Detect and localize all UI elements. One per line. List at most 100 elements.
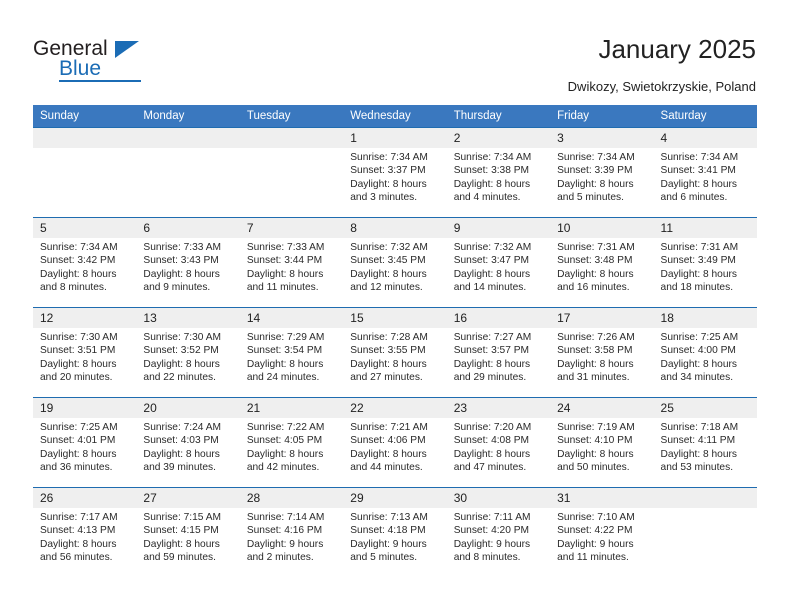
- daylight-text: Daylight: 8 hours and 22 minutes.: [143, 358, 220, 384]
- day-number: 11: [653, 218, 757, 238]
- daylight-text: Daylight: 8 hours and 53 minutes.: [660, 448, 737, 474]
- day-details: Sunrise: 7:15 AM Sunset: 4:15 PM Daylight:…: [136, 508, 239, 565]
- daylight-text: Daylight: 9 hours and 5 minutes.: [350, 538, 427, 564]
- calendar-day-cell[interactable]: 1 Sunrise: 7:34 AM Sunset: 3:37 PM Daylight…: [343, 127, 447, 218]
- sunset-text: Sunset: 4:15 PM: [143, 525, 219, 537]
- sunrise-text: Sunrise: 7:34 AM: [40, 242, 118, 253]
- day-number: 2: [446, 128, 551, 148]
- sunset-text: Sunset: 3:39 PM: [557, 165, 633, 177]
- sunrise-text: Sunrise: 7:20 AM: [453, 422, 532, 433]
- daylight-text: Daylight: 9 hours and 8 minutes.: [453, 538, 531, 564]
- sunrise-text: Sunrise: 7:30 AM: [143, 332, 222, 343]
- daylight-text: Daylight: 8 hours and 56 minutes.: [40, 538, 117, 564]
- day-number: 19: [33, 398, 137, 418]
- sunset-text: Sunset: 4:03 PM: [143, 435, 219, 447]
- day-number: 4: [653, 128, 757, 148]
- calendar-day-cell[interactable]: 28 Sunrise: 7:14 AM Sunset: 4:16 PM Dayligh…: [239, 487, 344, 578]
- sunrise-text: Sunrise: 7:33 AM: [246, 242, 325, 253]
- calendar-day-cell[interactable]: 29 Sunrise: 7:13 AM Sunset: 4:18 PM Dayligh…: [343, 487, 447, 578]
- calendar-day-cell[interactable]: 22 Sunrise: 7:21 AM Sunset: 4:06 PM Dayligh…: [343, 397, 447, 488]
- calendar-day-cell[interactable]: 4 Sunrise: 7:34 AM Sunset: 3:41 PM Daylight…: [653, 127, 757, 218]
- day-number: 7: [239, 218, 344, 238]
- calendar-day-cell[interactable]: 23 Sunrise: 7:20 AM Sunset: 4:08 PM Dayligh…: [446, 397, 551, 488]
- sunrise-text: Sunrise: 7:24 AM: [143, 422, 222, 433]
- day-details: Sunrise: 7:25 AM Sunset: 4:00 PM Daylight:…: [654, 328, 757, 385]
- day-number: 14: [239, 308, 344, 328]
- day-number: 22: [343, 398, 447, 418]
- day-number: 31: [550, 488, 654, 508]
- calendar-day-cell[interactable]: 6 Sunrise: 7:33 AM Sunset: 3:43 PM Daylight…: [136, 217, 240, 308]
- calendar-day-cell[interactable]: 31 Sunrise: 7:10 AM Sunset: 4:22 PM Dayligh…: [550, 487, 654, 578]
- weekday-header-wednesday: Wednesday: [343, 105, 447, 128]
- calendar-day-cell[interactable]: 30 Sunrise: 7:11 AM Sunset: 4:20 PM Dayligh…: [446, 487, 551, 578]
- sunset-text: Sunset: 4:01 PM: [40, 435, 116, 447]
- day-details: Sunrise: 7:33 AM Sunset: 3:43 PM Daylight:…: [136, 238, 239, 295]
- daylight-text: Daylight: 8 hours and 31 minutes.: [557, 358, 634, 384]
- sunset-text: Sunset: 4:06 PM: [350, 435, 426, 447]
- sunrise-text: Sunrise: 7:19 AM: [557, 422, 635, 433]
- calendar-day-cell[interactable]: 9 Sunrise: 7:32 AM Sunset: 3:47 PM Daylight…: [446, 217, 551, 308]
- sunrise-text: Sunrise: 7:14 AM: [246, 512, 325, 523]
- day-number: 9: [446, 218, 551, 238]
- sunrise-text: Sunrise: 7:13 AM: [350, 512, 428, 523]
- calendar-grid: Sunday Monday Tuesday Wednesday Thursday Frid…: [33, 105, 757, 578]
- calendar-day-cell[interactable]: 8 Sunrise: 7:32 AM Sunset: 3:45 PM Daylight…: [343, 217, 447, 308]
- weekday-header-thursday: Thursday: [446, 105, 551, 128]
- calendar-day-cell[interactable]: 2 Sunrise: 7:34 AM Sunset: 3:38 PM Daylight…: [446, 127, 551, 218]
- calendar-day-cell[interactable]: 12 Sunrise: 7:30 AM Sunset: 3:51 PM Dayligh…: [33, 307, 137, 398]
- calendar-day-cell[interactable]: 20 Sunrise: 7:24 AM Sunset: 4:03 PM Dayligh…: [136, 397, 240, 488]
- daylight-text: Daylight: 9 hours and 11 minutes.: [557, 538, 634, 564]
- calendar-day-cell[interactable]: 24 Sunrise: 7:19 AM Sunset: 4:10 PM Dayligh…: [550, 397, 654, 488]
- day-number: 25: [653, 398, 757, 418]
- daylight-text: Daylight: 8 hours and 42 minutes.: [246, 448, 324, 474]
- calendar-day-cell-empty: [33, 127, 137, 218]
- calendar-day-cell[interactable]: 17 Sunrise: 7:26 AM Sunset: 3:58 PM Dayligh…: [550, 307, 654, 398]
- calendar-day-cell[interactable]: 26 Sunrise: 7:17 AM Sunset: 4:13 PM Dayligh…: [33, 487, 137, 578]
- calendar-day-cell[interactable]: 27 Sunrise: 7:15 AM Sunset: 4:15 PM Dayligh…: [136, 487, 240, 578]
- sunrise-text: Sunrise: 7:34 AM: [660, 152, 739, 163]
- weekday-header-sunday: Sunday: [33, 105, 137, 128]
- daylight-text: Daylight: 8 hours and 50 minutes.: [557, 448, 634, 474]
- sunrise-text: Sunrise: 7:31 AM: [557, 242, 635, 253]
- daylight-text: Daylight: 8 hours and 24 minutes.: [246, 358, 324, 384]
- calendar-day-cell-empty: [653, 487, 757, 578]
- day-details: Sunrise: 7:34 AM Sunset: 3:37 PM Daylight:…: [343, 148, 446, 205]
- logo-text-blue: Blue: [59, 57, 102, 80]
- logo-triangle-icon: [115, 41, 139, 58]
- sunset-text: Sunset: 4:20 PM: [453, 525, 530, 537]
- page-header: General Blue January 2025 Dwikozy, Swiet…: [0, 0, 792, 104]
- calendar-day-cell[interactable]: 3 Sunrise: 7:34 AM Sunset: 3:39 PM Daylight…: [550, 127, 654, 218]
- sunrise-text: Sunrise: 7:27 AM: [453, 332, 532, 343]
- sunset-text: Sunset: 4:22 PM: [557, 525, 633, 537]
- calendar-day-cell-empty: [239, 127, 344, 218]
- calendar-day-cell[interactable]: 19 Sunrise: 7:25 AM Sunset: 4:01 PM Dayligh…: [33, 397, 137, 488]
- general-blue-logo[interactable]: General Blue: [33, 37, 163, 83]
- sunset-text: Sunset: 3:52 PM: [143, 345, 219, 357]
- daylight-text: Daylight: 8 hours and 3 minutes.: [350, 178, 427, 204]
- calendar-day-cell[interactable]: 13 Sunrise: 7:30 AM Sunset: 3:52 PM Dayligh…: [136, 307, 240, 398]
- calendar-weekday-header: Sunday Monday Tuesday Wednesday Thursday Frid…: [33, 105, 757, 128]
- day-details: Sunrise: 7:10 AM Sunset: 4:22 PM Daylight:…: [550, 508, 653, 565]
- calendar-day-cell[interactable]: 11 Sunrise: 7:31 AM Sunset: 3:49 PM Dayligh…: [653, 217, 757, 308]
- calendar-day-cell[interactable]: 15 Sunrise: 7:28 AM Sunset: 3:55 PM Dayligh…: [343, 307, 447, 398]
- calendar-day-cell[interactable]: 14 Sunrise: 7:29 AM Sunset: 3:54 PM Dayligh…: [239, 307, 344, 398]
- calendar-day-cell[interactable]: 5 Sunrise: 7:34 AM Sunset: 3:42 PM Daylight…: [33, 217, 137, 308]
- day-details: Sunrise: 7:21 AM Sunset: 4:06 PM Daylight:…: [343, 418, 446, 475]
- day-details: Sunrise: 7:26 AM Sunset: 3:58 PM Daylight:…: [550, 328, 653, 385]
- sunset-text: Sunset: 3:47 PM: [453, 255, 530, 267]
- sunrise-text: Sunrise: 7:32 AM: [350, 242, 428, 253]
- calendar-day-cell[interactable]: 25 Sunrise: 7:18 AM Sunset: 4:11 PM Dayligh…: [653, 397, 757, 488]
- daylight-text: Daylight: 8 hours and 9 minutes.: [143, 268, 220, 294]
- day-number: 12: [33, 308, 137, 328]
- calendar-day-cell[interactable]: 10 Sunrise: 7:31 AM Sunset: 3:48 PM Dayligh…: [550, 217, 654, 308]
- daylight-text: Daylight: 8 hours and 6 minutes.: [660, 178, 737, 204]
- day-details: Sunrise: 7:34 AM Sunset: 3:39 PM Daylight:…: [550, 148, 653, 205]
- calendar-day-cell[interactable]: 16 Sunrise: 7:27 AM Sunset: 3:57 PM Dayligh…: [446, 307, 551, 398]
- calendar-day-cell[interactable]: 21 Sunrise: 7:22 AM Sunset: 4:05 PM Dayligh…: [239, 397, 344, 488]
- calendar-week-row: 5 Sunrise: 7:34 AM Sunset: 3:42 PM Daylight…: [33, 217, 757, 308]
- calendar-day-cell[interactable]: 18 Sunrise: 7:25 AM Sunset: 4:00 PM Dayligh…: [653, 307, 757, 398]
- sunrise-text: Sunrise: 7:18 AM: [660, 422, 739, 433]
- weekday-header-saturday: Saturday: [653, 105, 757, 128]
- daylight-text: Daylight: 8 hours and 47 minutes.: [453, 448, 531, 474]
- calendar-day-cell[interactable]: 7 Sunrise: 7:33 AM Sunset: 3:44 PM Daylight…: [239, 217, 344, 308]
